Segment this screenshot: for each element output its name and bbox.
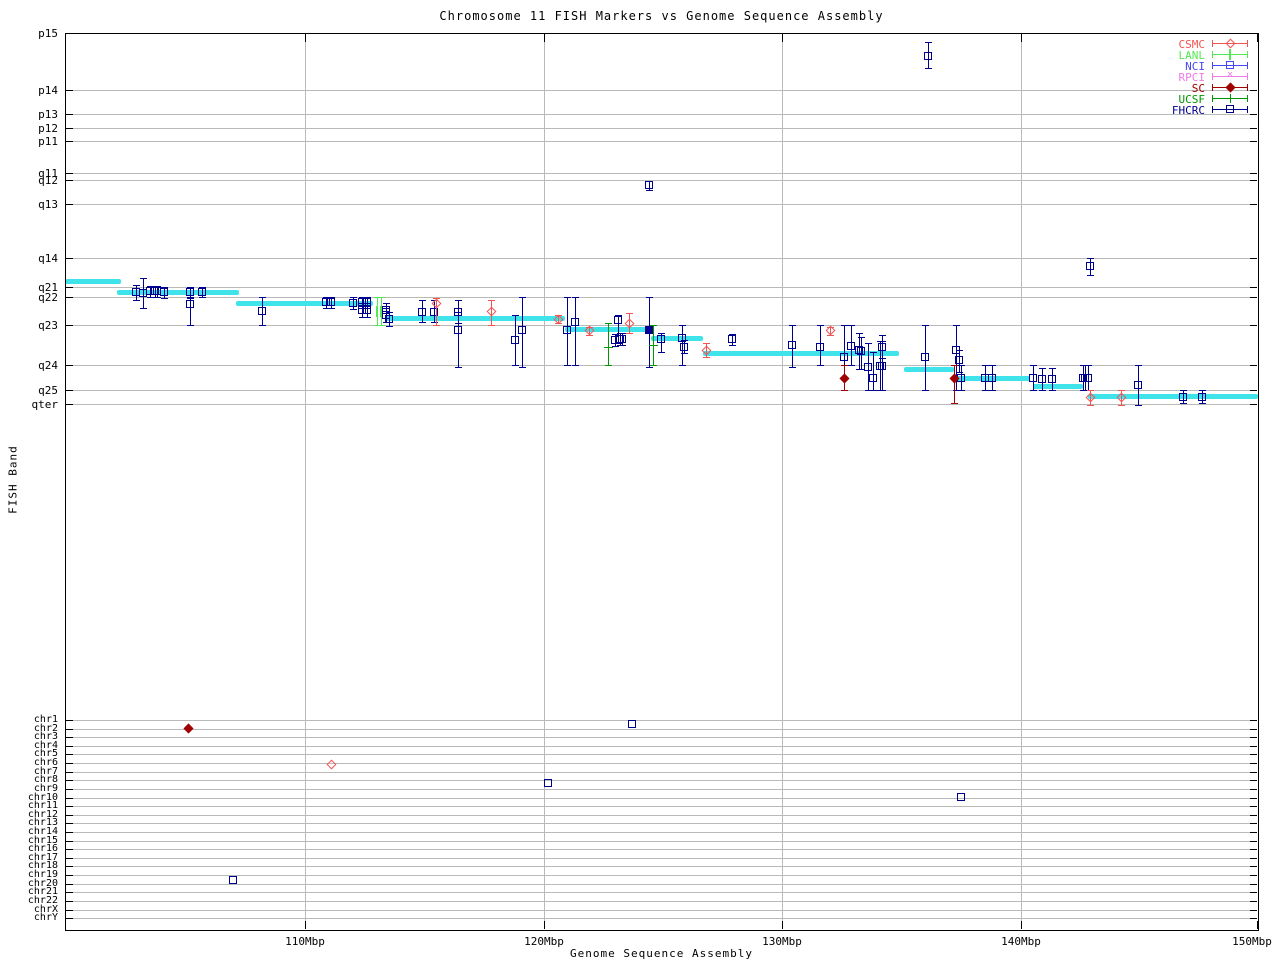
- band-tick-label: q13: [0, 199, 58, 210]
- x-tick-label: 140Mbp: [991, 935, 1051, 948]
- x-axis-title: Genome Sequence Assembly: [65, 947, 1258, 960]
- band-tick-label: q22: [0, 292, 58, 303]
- x-tick-label: 150Mbp: [1222, 935, 1280, 948]
- x-tick-label: 110Mbp: [275, 935, 335, 948]
- band-tick-label: q25: [0, 385, 58, 396]
- x-tick-label: 130Mbp: [752, 935, 812, 948]
- band-tick-label: q12: [0, 175, 58, 186]
- chart-title: Chromosome 11 FISH Markers vs Genome Seq…: [65, 9, 1258, 23]
- band-tick-label: q14: [0, 253, 58, 264]
- band-tick-label: q23: [0, 320, 58, 331]
- plot-border: [65, 33, 1259, 931]
- band-tick-label: p15: [0, 28, 58, 39]
- band-tick-label: p13: [0, 109, 58, 120]
- y-axis-title: FISH Band: [7, 425, 20, 535]
- band-tick-label: qter: [0, 399, 58, 410]
- chromosome-tick-label: chrY: [0, 913, 58, 922]
- x-tick-label: 120Mbp: [514, 935, 574, 948]
- chart-canvas: Chromosome 11 FISH Markers vs Genome Seq…: [0, 0, 1280, 960]
- band-tick-label: q24: [0, 360, 58, 371]
- band-tick-label: p14: [0, 85, 58, 96]
- band-tick-label: p11: [0, 136, 58, 147]
- band-tick-label: p12: [0, 123, 58, 134]
